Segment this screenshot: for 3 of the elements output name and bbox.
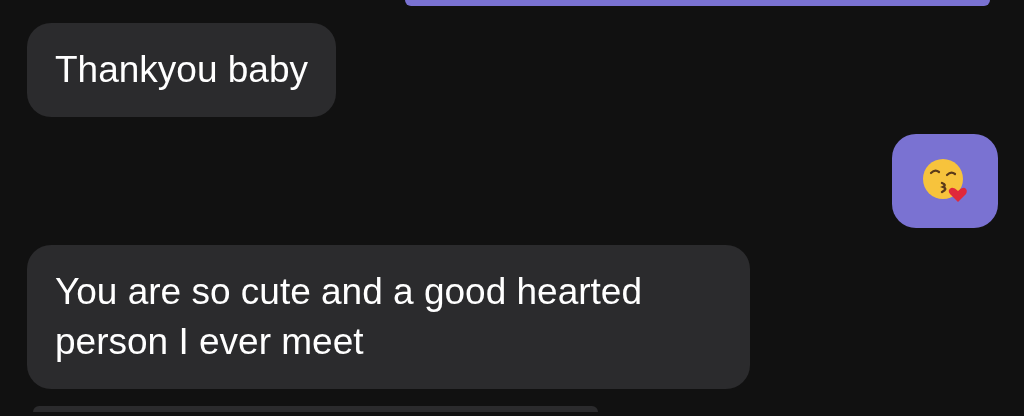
kissing-face-icon: [922, 158, 968, 204]
message-bubble: You are so cute and a good hearted person I ever meet: [27, 245, 750, 389]
message-bubble: Thankyou baby: [27, 23, 336, 117]
